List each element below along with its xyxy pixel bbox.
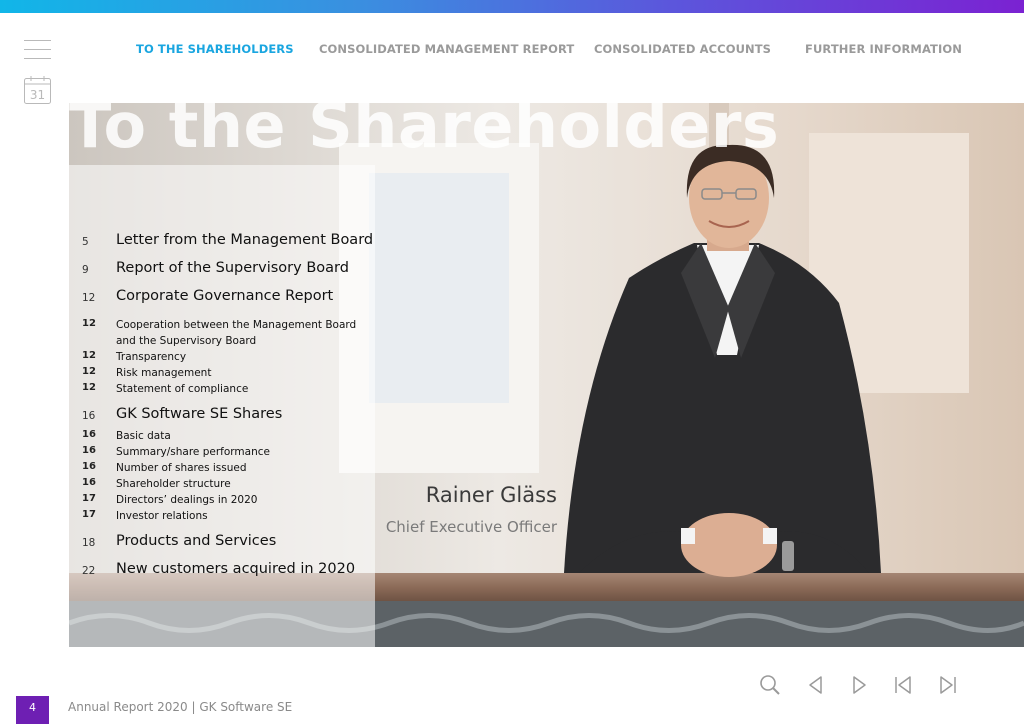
toc-page-number: 18 (82, 537, 96, 549)
toc-page-number: 12 (82, 366, 96, 377)
toc-label: Cooperation between the Management Board (116, 319, 357, 331)
nav-tab-shareholders[interactable]: TO THE SHAREHOLDERS (136, 42, 294, 56)
toc-page-number: 16 (82, 429, 96, 440)
first-page-icon[interactable] (891, 673, 915, 697)
toc-page-number: 16 (82, 477, 96, 488)
nav-tab-consolidated-accounts[interactable]: CONSOLIDATED ACCOUNTS (594, 42, 771, 56)
person-name: Rainer Gläss (425, 483, 557, 507)
toc-label: Letter from the Management Board (116, 232, 374, 248)
toc-label: GK Software SE Shares (116, 406, 283, 422)
toc-label: Number of shares issued (116, 462, 247, 474)
hamburger-menu-icon[interactable] (24, 40, 51, 60)
hero-section: To the Shareholders 5 Letter from the Ma… (69, 103, 1024, 647)
footer-text: Annual Report 2020 | GK Software SE (68, 700, 293, 714)
toc-label: Basic data (116, 430, 171, 442)
toc-label: Products and Services (116, 533, 277, 549)
toc-page-number: 17 (82, 509, 96, 520)
page-number-badge[interactable]: 4 (16, 696, 49, 724)
hero-title: To the Shareholders (69, 103, 780, 162)
last-page-icon[interactable] (936, 673, 960, 697)
toc-label: Investor relations (116, 510, 208, 522)
toc-label: Summary/share performance (116, 446, 270, 458)
toc-label: Directors’ dealings in 2020 (116, 494, 258, 506)
toc-page-number: 17 (82, 493, 96, 504)
toc-page-number: 16 (82, 445, 96, 456)
toc-label: Risk management (116, 367, 212, 379)
toc-page-number: 9 (82, 264, 89, 276)
calendar-day: 31 (30, 88, 45, 102)
toc-page-number: 16 (82, 410, 96, 422)
toc-page-number: 12 (82, 292, 96, 304)
toc-label: Statement of compliance (116, 383, 249, 395)
nav-tab-further-information[interactable]: FURTHER INFORMATION (805, 42, 962, 56)
toc-page-number: 22 (82, 565, 96, 577)
next-page-icon[interactable] (847, 673, 871, 697)
toc-label: Corporate Governance Report (116, 288, 334, 304)
toc-page-number: 12 (82, 318, 96, 329)
toc-page-number: 5 (82, 236, 89, 248)
prev-page-icon[interactable] (804, 673, 828, 697)
toc-label: New customers acquired in 2020 (116, 561, 356, 577)
toc-label: and the Supervisory Board (116, 335, 257, 347)
top-gradient-bar (0, 0, 1024, 13)
calendar-icon[interactable]: 31 (24, 76, 51, 104)
toc-label: Shareholder structure (116, 478, 231, 490)
person-role: Chief Executive Officer (385, 518, 557, 536)
toc-page-number: 12 (82, 382, 96, 393)
search-icon[interactable] (758, 673, 782, 697)
toc-page-number: 16 (82, 461, 96, 472)
toc-label: Report of the Supervisory Board (116, 260, 349, 276)
nav-tab-management-report[interactable]: CONSOLIDATED MANAGEMENT REPORT (319, 42, 574, 56)
toc-label: Transparency (116, 351, 187, 363)
toc-page-number: 12 (82, 350, 96, 361)
